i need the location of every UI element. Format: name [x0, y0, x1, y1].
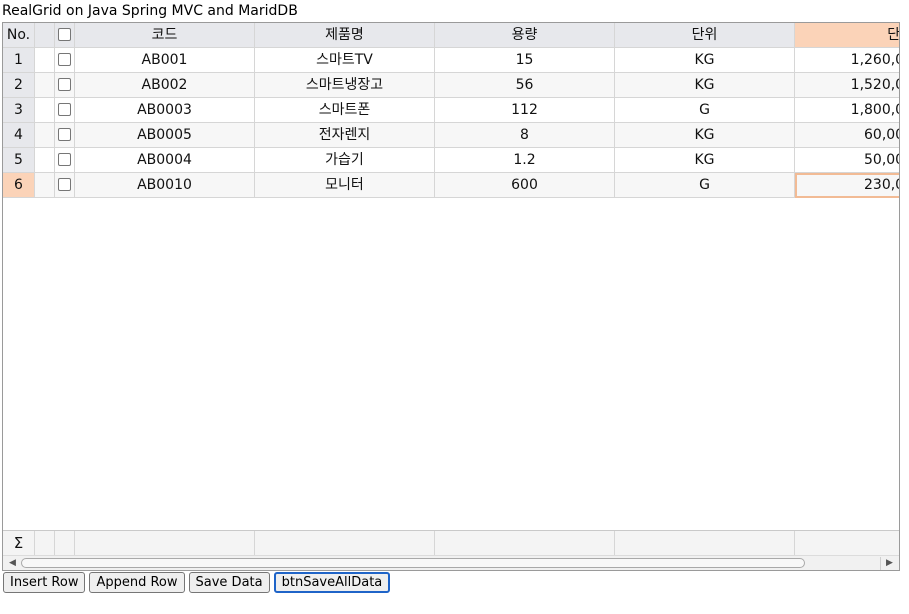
- row-checkbox[interactable]: [58, 127, 71, 141]
- cell-price[interactable]: 1,260,00: [795, 48, 899, 73]
- row-number[interactable]: 2: [3, 73, 35, 98]
- row-checkbox[interactable]: [58, 177, 71, 191]
- table-row[interactable]: 3 AB0003 스마트폰 112 G 1,800,00: [3, 98, 899, 123]
- row-number[interactable]: 5: [3, 148, 35, 173]
- row-indicator: [35, 173, 55, 198]
- row-checkbox[interactable]: [58, 77, 71, 91]
- cell-qty[interactable]: 112: [435, 98, 615, 123]
- grid-footer-row: Σ: [3, 530, 899, 555]
- save-all-data-button[interactable]: btnSaveAllData: [273, 572, 391, 593]
- cell-name[interactable]: 스마트냉장고: [255, 73, 435, 98]
- cell-name[interactable]: 스마트TV: [255, 48, 435, 73]
- header-code[interactable]: 코드: [75, 23, 255, 48]
- cell-unit[interactable]: G: [615, 98, 795, 123]
- scroll-track-divider: [880, 557, 881, 570]
- row-check[interactable]: [55, 173, 75, 198]
- cell-qty[interactable]: 600: [435, 173, 615, 198]
- row-check[interactable]: [55, 73, 75, 98]
- table-row[interactable]: 1 AB001 스마트TV 15 KG 1,260,00: [3, 48, 899, 73]
- cell-unit[interactable]: KG: [615, 48, 795, 73]
- cell-code[interactable]: AB0005: [75, 123, 255, 148]
- insert-row-button[interactable]: Insert Row: [3, 572, 86, 593]
- row-indicator: [35, 73, 55, 98]
- grid-header-row: No. 코드 제품명 용량 단위 단가: [3, 23, 899, 48]
- row-indicator: [35, 148, 55, 173]
- row-checkbox[interactable]: [58, 152, 71, 166]
- header-name[interactable]: 제품명: [255, 23, 435, 48]
- cell-price[interactable]: 60,000: [795, 123, 899, 148]
- row-checkbox[interactable]: [58, 52, 71, 66]
- header-no[interactable]: No.: [3, 23, 35, 48]
- footer-cell: [35, 531, 55, 555]
- row-checkbox[interactable]: [58, 102, 71, 116]
- header-unit[interactable]: 단위: [615, 23, 795, 48]
- cell-unit[interactable]: G: [615, 173, 795, 198]
- row-number[interactable]: 6: [3, 173, 35, 198]
- footer-cell: [55, 531, 75, 555]
- save-data-button[interactable]: Save Data: [188, 572, 270, 593]
- footer-cell: [795, 531, 899, 555]
- footer-cell: [75, 531, 255, 555]
- table-row[interactable]: 4 AB0005 전자렌지 8 KG 60,000: [3, 123, 899, 148]
- toolbar: Insert Row Append Row Save Data btnSaveA…: [3, 572, 391, 593]
- cell-code[interactable]: AB0010: [75, 173, 255, 198]
- cell-qty[interactable]: 1.2: [435, 148, 615, 173]
- row-check[interactable]: [55, 123, 75, 148]
- check-all-checkbox[interactable]: [58, 27, 71, 41]
- append-row-button[interactable]: Append Row: [89, 572, 185, 593]
- scroll-left-icon[interactable]: ◀: [5, 556, 20, 570]
- horizontal-scrollbar[interactable]: ◀ ▶: [3, 555, 899, 570]
- header-qty[interactable]: 용량: [435, 23, 615, 48]
- row-indicator: [35, 48, 55, 73]
- row-indicator: [35, 98, 55, 123]
- cell-qty[interactable]: 56: [435, 73, 615, 98]
- row-check[interactable]: [55, 148, 75, 173]
- cell-qty[interactable]: 8: [435, 123, 615, 148]
- cell-unit[interactable]: KG: [615, 148, 795, 173]
- header-check-all[interactable]: [55, 23, 75, 48]
- scroll-right-icon[interactable]: ▶: [882, 556, 897, 570]
- footer-cell: [255, 531, 435, 555]
- cell-unit[interactable]: KG: [615, 73, 795, 98]
- footer-cell: [435, 531, 615, 555]
- table-row-selected[interactable]: 6 AB0010 모니터 600 G 230,00: [3, 173, 899, 198]
- cell-name[interactable]: 모니터: [255, 173, 435, 198]
- row-check[interactable]: [55, 48, 75, 73]
- cell-code[interactable]: AB0004: [75, 148, 255, 173]
- cell-price[interactable]: 1,800,00: [795, 98, 899, 123]
- row-number[interactable]: 4: [3, 123, 35, 148]
- realgrid[interactable]: No. 코드 제품명 용량 단위 단가 1 AB001 스마트TV 15 KG …: [2, 22, 900, 571]
- cell-unit[interactable]: KG: [615, 123, 795, 148]
- row-check[interactable]: [55, 98, 75, 123]
- cell-code[interactable]: AB0003: [75, 98, 255, 123]
- cell-name[interactable]: 스마트폰: [255, 98, 435, 123]
- cell-price-focused[interactable]: 230,00: [795, 173, 899, 198]
- cell-code[interactable]: AB001: [75, 48, 255, 73]
- page-title: RealGrid on Java Spring MVC and MaridDB: [2, 3, 298, 19]
- table-row[interactable]: 2 AB002 스마트냉장고 56 KG 1,520,00: [3, 73, 899, 98]
- cell-code[interactable]: AB002: [75, 73, 255, 98]
- header-indicator: [35, 23, 55, 48]
- cell-qty[interactable]: 15: [435, 48, 615, 73]
- footer-cell: [615, 531, 795, 555]
- cell-name[interactable]: 전자렌지: [255, 123, 435, 148]
- cell-price[interactable]: 1,520,00: [795, 73, 899, 98]
- cell-name[interactable]: 가습기: [255, 148, 435, 173]
- cell-price[interactable]: 50,000: [795, 148, 899, 173]
- row-number[interactable]: 3: [3, 98, 35, 123]
- row-number[interactable]: 1: [3, 48, 35, 73]
- header-price[interactable]: 단가: [795, 23, 899, 48]
- scroll-thumb[interactable]: [21, 558, 805, 568]
- table-row[interactable]: 5 AB0004 가습기 1.2 KG 50,000: [3, 148, 899, 173]
- footer-sum-symbol: Σ: [3, 531, 35, 555]
- row-indicator: [35, 123, 55, 148]
